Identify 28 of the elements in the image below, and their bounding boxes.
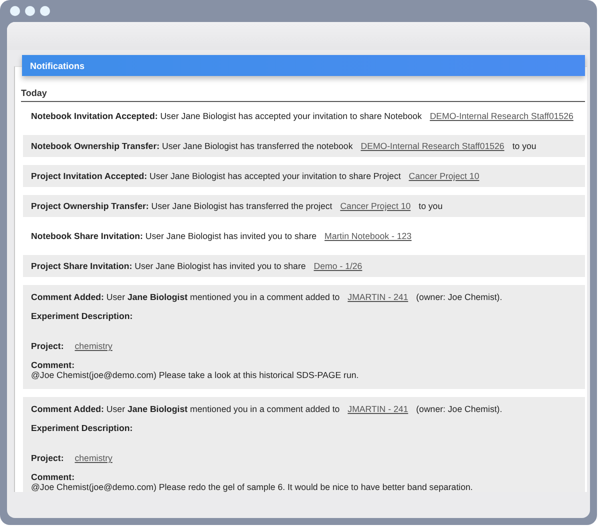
field-label: Project: <box>31 452 64 464</box>
notification-text: Project Share Invitation: User Jane Biologist has invited you to share Demo - 1/26 <box>31 260 364 272</box>
notification-link[interactable]: Cancer Project 10 <box>408 171 480 181</box>
notification-text: Comment Added: User Jane Biologist mentioned you in a comment added to JMARTIN - 241 (owner: Joe Chemist). <box>31 291 504 303</box>
notification-link[interactable]: JMARTIN - 241 <box>348 292 408 302</box>
field-label: Comment: <box>31 472 74 482</box>
notification-text: Notebook Share Invitation: User Jane Biologist has invited you to share Martin Notebook - 123 <box>31 230 413 242</box>
panel-header: Notifications <box>22 55 585 76</box>
field-label: Project: <box>31 340 64 352</box>
notification-link[interactable]: Martin Notebook - 123 <box>324 231 412 241</box>
notification-text: Notebook Invitation Accepted: User Jane Biologist has accepted your invitation to share Notebook DEMO-Internal Research Staff01526 <box>31 110 574 122</box>
comment-text: @Joe Chemist(joe@demo.com) Please redo the gel of sample 6. It would be nice to have better band separation. <box>31 482 474 492</box>
notification-link[interactable]: Cancer Project 10 <box>340 201 411 211</box>
notification-link[interactable]: DEMO-Internal Research Staff01526 <box>360 141 504 151</box>
notification-text: Comment Added: User Jane Biologist mentioned you in a comment added to JMARTIN - 241 (owner: Joe Chemist). <box>31 403 504 415</box>
comment-text: @Joe Chemist(joe@demo.com) Please take a look at this historical SDS-PAGE run. <box>31 370 360 381</box>
notification-text: Notebook Ownership Transfer: User Jane Biologist has transferred the notebook DEMO-Internal Research Staff01526 to you <box>31 140 536 152</box>
project-link[interactable]: chemistry <box>74 341 112 351</box>
field-label: Experiment Description: <box>31 310 133 322</box>
notification-link[interactable]: JMARTIN - 241 <box>348 404 408 414</box>
section-heading: Today <box>21 87 47 99</box>
notification-text: Project Ownership Transfer: User Jane Biologist has transferred the project Cancer Project 10 to you <box>31 200 443 212</box>
field-label: Experiment Description: <box>31 422 133 434</box>
project-link[interactable]: chemistry <box>74 453 112 463</box>
field-label: Comment: <box>31 360 74 370</box>
notification-link[interactable]: DEMO-Internal Research Staff01526 <box>430 111 574 121</box>
notification-link[interactable]: Demo - 1/26 <box>314 261 362 271</box>
notification-text: Project Invitation Accepted: User Jane Biologist has accepted your invitation to share Project Cancer Project 10 <box>31 170 480 182</box>
